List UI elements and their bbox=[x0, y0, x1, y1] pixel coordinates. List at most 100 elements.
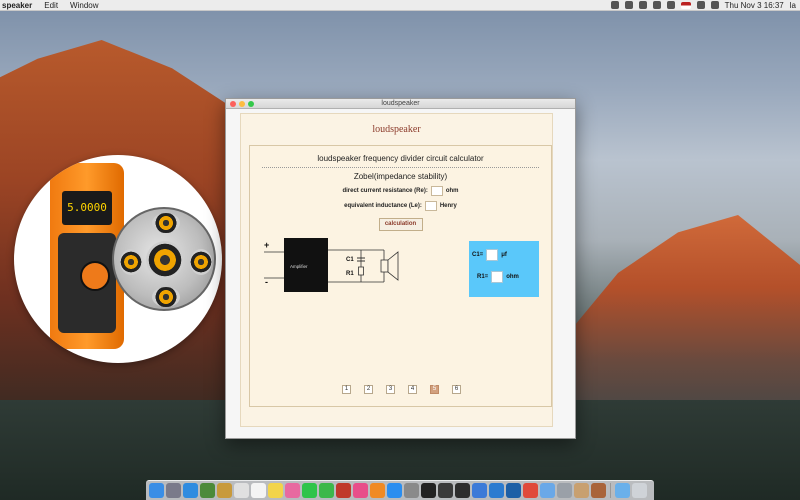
input-source-flag-icon[interactable] bbox=[680, 1, 691, 9]
page-button-1[interactable]: 1 bbox=[342, 385, 351, 394]
c1-result-label: C1= bbox=[472, 252, 484, 258]
menu-window[interactable]: Window bbox=[70, 0, 98, 11]
volume-icon[interactable] bbox=[666, 1, 675, 9]
calculation-button[interactable]: calculation bbox=[378, 218, 423, 231]
le-label: equivalent inductance (Le): bbox=[344, 203, 422, 209]
r1-result-unit: ohm bbox=[506, 274, 519, 280]
app-title: loudspeaker bbox=[372, 124, 421, 135]
c1-result-unit: μf bbox=[501, 252, 507, 258]
photo-booth-icon[interactable] bbox=[336, 483, 351, 498]
chrome-icon[interactable] bbox=[523, 483, 538, 498]
page-button-4[interactable]: 4 bbox=[408, 385, 417, 394]
cloud-icon[interactable] bbox=[624, 1, 633, 9]
textedit-icon[interactable] bbox=[251, 483, 266, 498]
menubar-app-name[interactable]: speaker bbox=[2, 0, 32, 11]
window-title: loudspeaker bbox=[381, 100, 420, 107]
dock-separator bbox=[610, 483, 611, 498]
c1-result-row: C1= μf bbox=[472, 249, 507, 261]
minus-terminal: - bbox=[265, 277, 268, 287]
multimeter-screen: 5.0000 bbox=[62, 191, 112, 225]
vscode-icon[interactable] bbox=[489, 483, 504, 498]
activity-monitor-icon[interactable] bbox=[455, 483, 470, 498]
app-tray-icon[interactable] bbox=[610, 1, 619, 9]
page-button-2[interactable]: 2 bbox=[364, 385, 373, 394]
simulator-icon[interactable] bbox=[540, 483, 555, 498]
page-button-3[interactable]: 3 bbox=[386, 385, 395, 394]
c1-result-field[interactable] bbox=[486, 249, 499, 261]
r1-result-label: R1= bbox=[477, 274, 489, 280]
multimeter-dial bbox=[80, 261, 110, 291]
launchpad-icon[interactable] bbox=[166, 483, 181, 498]
wifi-icon[interactable] bbox=[652, 1, 661, 9]
terminal-icon[interactable] bbox=[421, 483, 436, 498]
photos-icon[interactable] bbox=[285, 483, 300, 498]
app-store-icon[interactable] bbox=[387, 483, 402, 498]
speaker-cone-left bbox=[120, 249, 142, 275]
re-unit: ohm bbox=[445, 188, 459, 194]
speaker-sphere-image bbox=[112, 207, 216, 311]
le-input[interactable] bbox=[424, 201, 437, 211]
window-titlebar[interactable]: loudspeaker bbox=[226, 99, 575, 109]
finder-icon[interactable] bbox=[149, 483, 164, 498]
timemachine-icon[interactable] bbox=[638, 1, 647, 9]
r1-result-row: R1= ohm bbox=[472, 271, 519, 283]
trash-icon[interactable] bbox=[632, 483, 647, 498]
re-label: direct current resistance (Re): bbox=[342, 188, 428, 194]
le-unit: Henry bbox=[439, 203, 457, 209]
system-preferences-icon[interactable] bbox=[404, 483, 419, 498]
folder-icon[interactable] bbox=[615, 483, 630, 498]
re-field-row: direct current resistance (Re): ohm bbox=[250, 186, 551, 196]
xcode-icon[interactable] bbox=[472, 483, 487, 498]
books-icon[interactable] bbox=[370, 483, 385, 498]
facetime-icon[interactable] bbox=[319, 483, 334, 498]
menu-edit[interactable]: Edit bbox=[44, 0, 58, 11]
console-icon[interactable] bbox=[438, 483, 453, 498]
messages-icon[interactable] bbox=[302, 483, 317, 498]
c1-circuit-label: C1 bbox=[346, 257, 354, 263]
amplifier-label: Amplifier bbox=[290, 264, 308, 269]
notes-icon[interactable] bbox=[217, 483, 232, 498]
minimize-button[interactable] bbox=[239, 101, 245, 107]
calculator-panel: loudspeaker frequency divider circuit ca… bbox=[249, 145, 552, 407]
pagination: 1 2 3 4 5 6 bbox=[342, 385, 461, 394]
close-button[interactable] bbox=[230, 101, 236, 107]
menubar-tray: Thu Nov 3 16:37 la bbox=[610, 0, 796, 11]
menubar-clock[interactable]: Thu Nov 3 16:37 bbox=[725, 0, 784, 11]
menubar: speaker Edit Window Thu Nov 3 16:37 la bbox=[0, 0, 800, 11]
preview-icon[interactable] bbox=[591, 483, 606, 498]
speaker-cone-center bbox=[146, 241, 184, 279]
calculator-heading: loudspeaker frequency divider circuit ca… bbox=[317, 154, 484, 163]
utility-icon[interactable] bbox=[557, 483, 572, 498]
menubar-user[interactable]: la bbox=[790, 0, 796, 11]
result-panel: C1= μf R1= ohm bbox=[469, 241, 539, 297]
zoom-button[interactable] bbox=[248, 101, 254, 107]
notification-center-icon[interactable] bbox=[710, 1, 719, 9]
speaker-cone-right bbox=[190, 249, 212, 275]
page-button-5[interactable]: 5 bbox=[430, 385, 439, 394]
safari-icon[interactable] bbox=[183, 483, 198, 498]
resistor bbox=[358, 266, 364, 276]
speaker-cone-bottom bbox=[152, 287, 180, 307]
promo-graphic: 5.0000 bbox=[14, 155, 222, 363]
re-input[interactable] bbox=[430, 186, 443, 196]
speaker-symbol-body bbox=[380, 259, 389, 273]
app-panel: loudspeaker loudspeaker frequency divide… bbox=[240, 113, 553, 427]
mission-control-icon[interactable] bbox=[200, 483, 215, 498]
stickies-icon[interactable] bbox=[268, 483, 283, 498]
r1-result-field[interactable] bbox=[491, 271, 504, 283]
app-window: loudspeaker loudspeaker loudspeaker freq… bbox=[225, 98, 576, 439]
speaker-cone-top bbox=[152, 213, 180, 233]
multimeter-body bbox=[58, 233, 116, 333]
plus-terminal: + bbox=[264, 240, 269, 250]
page-button-6[interactable]: 6 bbox=[452, 385, 461, 394]
music-icon[interactable] bbox=[353, 483, 368, 498]
script-icon[interactable] bbox=[574, 483, 589, 498]
calendar-icon[interactable] bbox=[234, 483, 249, 498]
spotlight-icon[interactable] bbox=[696, 1, 705, 9]
network-icon[interactable] bbox=[506, 483, 521, 498]
speaker-symbol-cone bbox=[387, 251, 399, 281]
r1-circuit-label: R1 bbox=[346, 271, 354, 277]
dock bbox=[146, 480, 654, 500]
le-field-row: equivalent inductance (Le): Henry bbox=[250, 201, 551, 211]
zobel-circuit-diagram: + - Amplifier C1 R1 bbox=[264, 238, 399, 292]
